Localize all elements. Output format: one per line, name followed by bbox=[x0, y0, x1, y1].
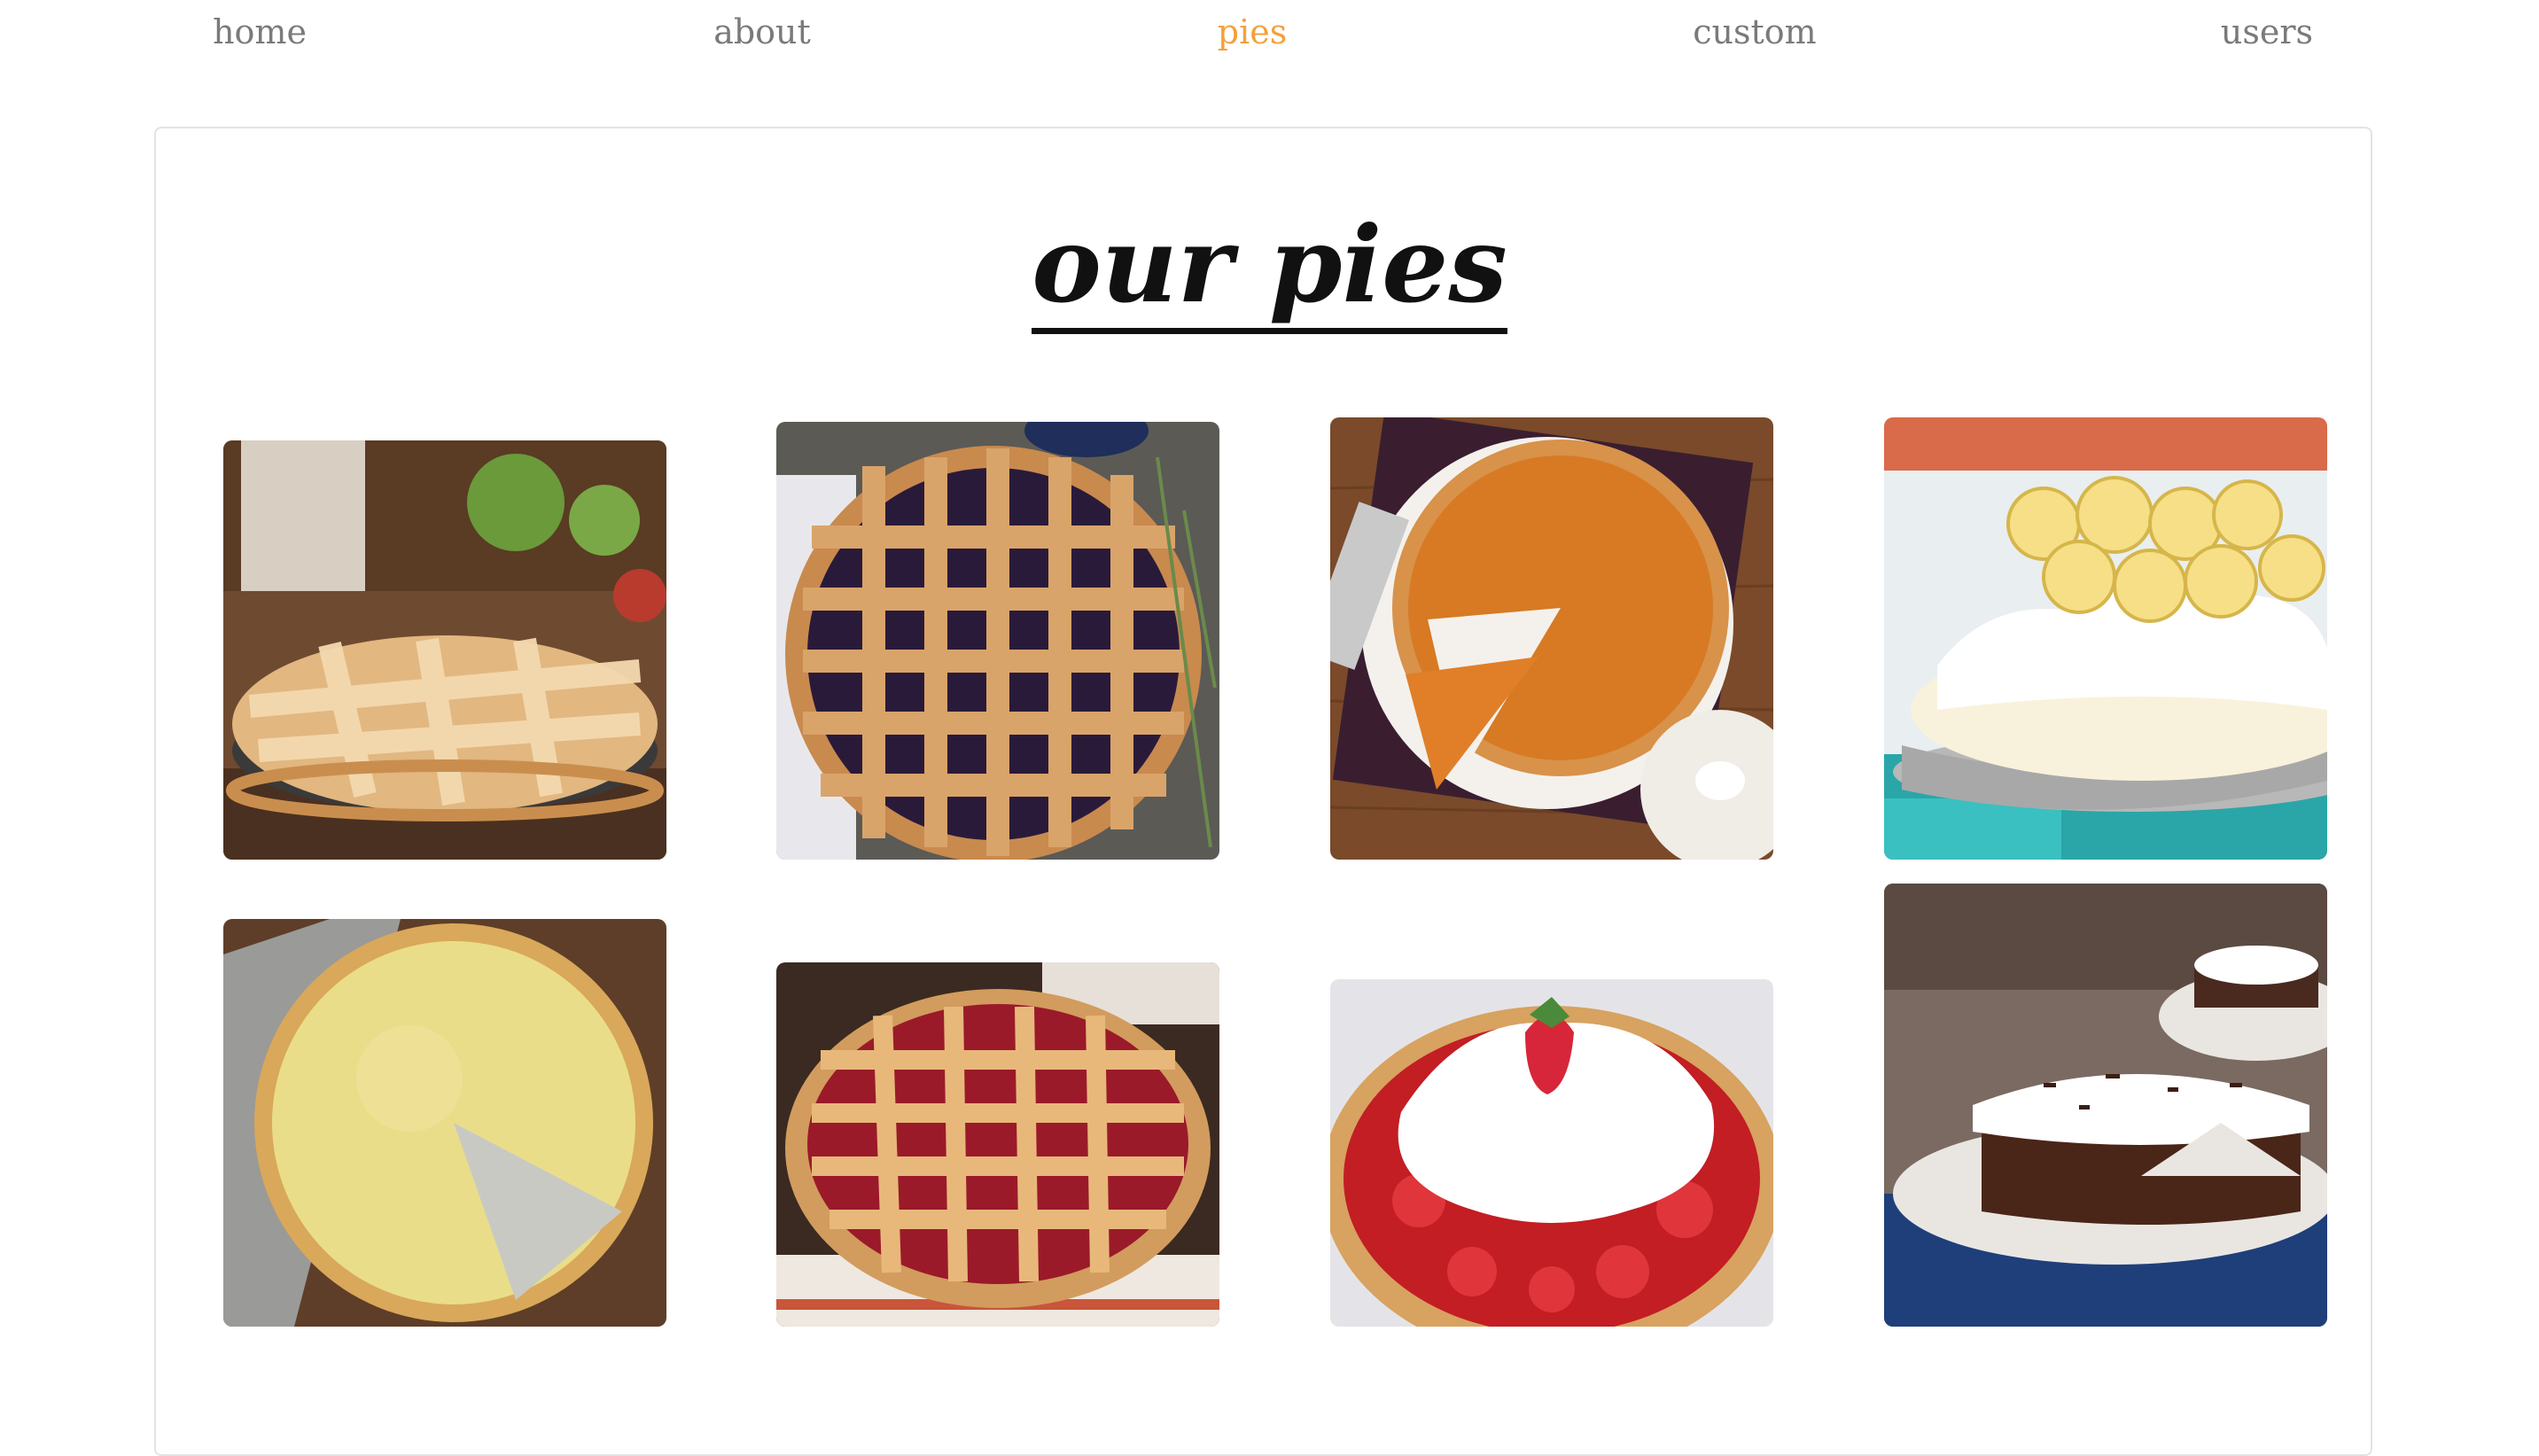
cherry-lattice-pie-illustration bbox=[776, 962, 1219, 1327]
nav-home-link[interactable]: home bbox=[213, 12, 307, 51]
nav-about-link[interactable]: about bbox=[713, 12, 811, 51]
page-title: our pies bbox=[0, 203, 2539, 334]
nav-pies-link[interactable]: pies bbox=[1218, 12, 1287, 51]
strawberry-cream-pie-illustration bbox=[1330, 979, 1773, 1327]
pie-image-custard[interactable] bbox=[223, 919, 666, 1327]
pie-image-strawberry-cream[interactable] bbox=[1330, 979, 1773, 1327]
pie-image-chocolate-cream[interactable] bbox=[1884, 884, 2327, 1327]
pie-image-banana-cream[interactable] bbox=[1884, 417, 2327, 860]
nav-custom-link[interactable]: custom bbox=[1693, 12, 1816, 51]
pie-image-blueberry-lattice[interactable] bbox=[776, 422, 1219, 860]
apple-lattice-pie-illustration bbox=[223, 440, 666, 860]
pie-image-apple-lattice[interactable] bbox=[223, 440, 666, 860]
pumpkin-pie-illustration bbox=[1330, 417, 1773, 860]
chocolate-cream-pie-illustration bbox=[1884, 884, 2327, 1327]
custard-pie-illustration bbox=[223, 919, 666, 1327]
banana-cream-pie-illustration bbox=[1884, 417, 2327, 860]
blueberry-lattice-pie-illustration bbox=[776, 422, 1219, 860]
nav-users-link[interactable]: users bbox=[2221, 12, 2313, 51]
pie-image-cherry-lattice[interactable] bbox=[776, 962, 1219, 1327]
top-nav: home about pies custom users bbox=[0, 0, 2539, 80]
pie-image-pumpkin[interactable] bbox=[1330, 417, 1773, 860]
page-title-text: our pies bbox=[1032, 203, 1507, 334]
